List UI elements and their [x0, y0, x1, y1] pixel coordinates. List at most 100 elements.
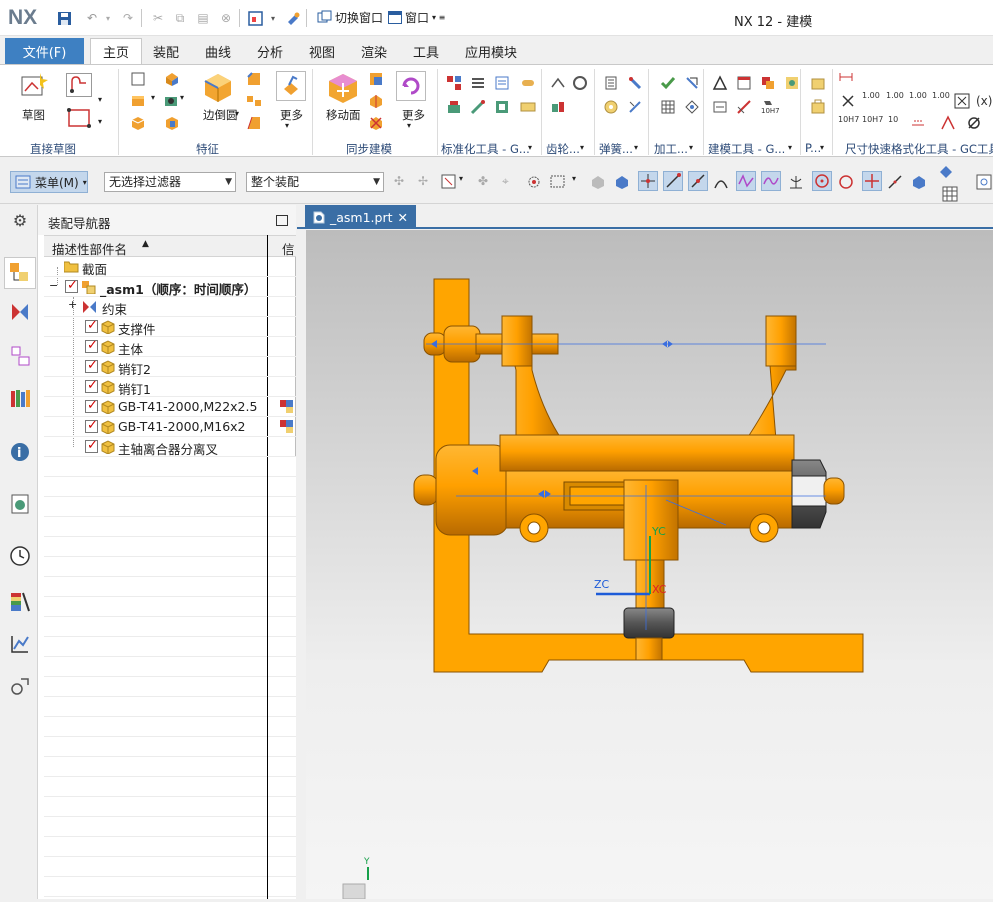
- rectangle-select-icon[interactable]: [550, 174, 566, 190]
- gear-tool-3-icon[interactable]: [550, 99, 566, 115]
- pattern-icon[interactable]: [246, 93, 262, 109]
- gear-tool-2-icon[interactable]: [572, 75, 588, 91]
- profile-icon[interactable]: [66, 73, 92, 97]
- chevron-down-icon[interactable]: ▾: [407, 121, 423, 137]
- switch-window-button[interactable]: 切换窗口: [317, 9, 383, 26]
- constraint-navigator-icon[interactable]: [9, 301, 31, 323]
- tab-curve[interactable]: 曲线: [205, 38, 231, 64]
- snap-1-icon[interactable]: [590, 174, 606, 190]
- visibility-checkbox[interactable]: [85, 318, 98, 333]
- chevron-down-icon[interactable]: ▾: [180, 93, 196, 109]
- snap-spline-icon[interactable]: [761, 171, 781, 191]
- angle-tool-icon[interactable]: [940, 115, 956, 131]
- column-header-info[interactable]: 信: [282, 239, 295, 258]
- offset-region-icon[interactable]: [368, 93, 384, 109]
- chevron-down-icon[interactable]: ▾: [820, 143, 836, 159]
- tree-row-component[interactable]: 主体: [44, 337, 296, 357]
- tab-analysis[interactable]: 分析: [257, 38, 283, 64]
- snap-endpoint-icon[interactable]: [663, 171, 683, 191]
- menu-button[interactable]: 菜单(M) ▾: [10, 171, 88, 193]
- filter-2-icon[interactable]: ✢: [418, 174, 434, 190]
- web-browser-icon[interactable]: [9, 493, 31, 515]
- revolve-icon[interactable]: [130, 115, 146, 131]
- tab-asm1-prt[interactable]: _asm1.prt ✕: [305, 205, 416, 229]
- settings-gear-icon[interactable]: ⚙: [9, 211, 31, 233]
- process-studio-icon[interactable]: [9, 675, 31, 697]
- diameter-icon[interactable]: [966, 115, 982, 131]
- p-tool-2-icon[interactable]: [810, 99, 826, 115]
- rectangle-icon[interactable]: [66, 107, 92, 129]
- snap-grid-icon[interactable]: [942, 186, 958, 202]
- visibility-checkbox[interactable]: [85, 418, 98, 433]
- more-features-icon[interactable]: [276, 71, 306, 101]
- gc-tool-4-icon[interactable]: [520, 75, 536, 91]
- tab-render[interactable]: 渲染: [361, 38, 387, 64]
- tree-row-component[interactable]: 支撑件: [44, 317, 296, 337]
- delete-face-icon[interactable]: [368, 115, 384, 131]
- gc-tool-6-icon[interactable]: [470, 99, 486, 115]
- triangle-tool-icon[interactable]: [712, 75, 728, 91]
- collapse-icon[interactable]: −: [49, 279, 58, 292]
- tree-row-section[interactable]: 截面: [44, 257, 296, 277]
- filter-4-icon[interactable]: ⌖: [502, 174, 518, 190]
- visibility-checkbox[interactable]: [85, 338, 98, 353]
- selection-scope-select[interactable]: 整个装配 ▼: [246, 172, 384, 192]
- tree-row-constraints[interactable]: + 约束: [44, 297, 296, 317]
- tree-row-component[interactable]: 销钉2: [44, 357, 296, 377]
- more-sync-icon[interactable]: [396, 71, 426, 101]
- shell-icon[interactable]: [164, 115, 180, 131]
- gc-tool-5-icon[interactable]: [446, 99, 462, 115]
- delete-icon[interactable]: ⊗: [218, 10, 234, 26]
- view-fit-icon[interactable]: [976, 174, 992, 190]
- boolean-icon[interactable]: [164, 71, 180, 87]
- cut-icon[interactable]: ✂: [150, 10, 166, 26]
- modeling-tool-6-icon[interactable]: [736, 99, 752, 115]
- select-region-icon[interactable]: [441, 174, 457, 190]
- chevron-down-icon[interactable]: ▾: [788, 143, 804, 159]
- snap-curve-icon[interactable]: [713, 174, 729, 190]
- tab-home[interactable]: 主页: [90, 38, 143, 64]
- gear-tool-1-icon[interactable]: [550, 75, 566, 91]
- tolerance-tool-icon[interactable]: [910, 115, 926, 131]
- roles-icon[interactable]: [9, 633, 31, 655]
- chevron-down-icon[interactable]: ▾: [285, 121, 301, 137]
- tab-assembly[interactable]: 装配: [153, 38, 179, 64]
- type-filter-select[interactable]: 无选择过滤器 ▼: [104, 172, 236, 192]
- fit-label[interactable]: 10: [888, 115, 898, 124]
- modeling-tool-5-icon[interactable]: [712, 99, 728, 115]
- snap-on-curve-icon[interactable]: [887, 174, 903, 190]
- snap-point-icon[interactable]: [638, 171, 658, 191]
- tab-tools[interactable]: 工具: [413, 38, 439, 64]
- reuse-library-icon[interactable]: [9, 387, 31, 409]
- window-menu-button[interactable]: 窗口 ▾ ≡: [388, 9, 445, 26]
- spring-tool-4-icon[interactable]: [627, 99, 643, 115]
- replace-face-icon[interactable]: [368, 71, 384, 87]
- gc-tool-1-icon[interactable]: [446, 75, 462, 91]
- part-navigator-icon[interactable]: [9, 345, 31, 367]
- snap-intersection-icon[interactable]: [736, 171, 756, 191]
- info-icon[interactable]: i: [9, 441, 31, 463]
- history-clock-icon[interactable]: [9, 545, 31, 567]
- draft-icon[interactable]: [246, 115, 262, 131]
- paste-icon[interactable]: ▤: [195, 10, 211, 26]
- tolerance-label[interactable]: 1.00: [862, 91, 880, 100]
- p-tool-1-icon[interactable]: [810, 75, 826, 91]
- gc-tool-3-icon[interactable]: [494, 75, 510, 91]
- chevron-down-icon[interactable]: ▾: [98, 117, 114, 133]
- tab-application[interactable]: 应用模块: [465, 38, 517, 64]
- tolerance-label[interactable]: 1.00: [932, 91, 950, 100]
- visibility-checkbox[interactable]: [85, 438, 98, 453]
- visibility-checkbox[interactable]: [85, 398, 98, 413]
- undo-icon[interactable]: ↶: [84, 10, 100, 26]
- extrude-icon[interactable]: [130, 93, 146, 109]
- maximize-icon[interactable]: [276, 215, 288, 226]
- sketch-icon[interactable]: [20, 71, 48, 99]
- chevron-down-icon[interactable]: ▾: [459, 174, 475, 190]
- snap-midpoint-icon[interactable]: [688, 171, 708, 191]
- expand-icon[interactable]: +: [68, 298, 77, 311]
- machining-tool-2-icon[interactable]: [684, 75, 700, 91]
- tree-row-component[interactable]: 主轴离合器分离叉: [44, 437, 296, 457]
- tolerance-label[interactable]: 1.00: [909, 91, 927, 100]
- chevron-down-icon[interactable]: ▾: [98, 95, 114, 111]
- assembly-navigator-tab-icon[interactable]: [4, 257, 36, 289]
